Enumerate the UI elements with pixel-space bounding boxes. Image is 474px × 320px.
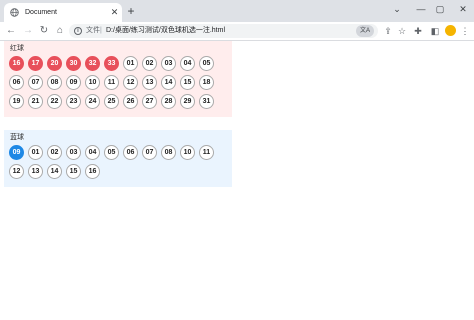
address-bar[interactable]: i 文件 | D:/桌面/练习测试/双色球机选一注.html 文A — [69, 24, 378, 38]
site-info-icon[interactable]: i — [74, 27, 82, 35]
red-ball-17[interactable]: 17 — [28, 56, 43, 71]
blue-ball-08[interactable]: 08 — [161, 145, 176, 160]
red-ball-14[interactable]: 14 — [161, 75, 176, 90]
forward-button[interactable]: → — [21, 24, 35, 38]
tab-document[interactable]: Document ✕ — [4, 3, 122, 22]
red-ball-panel: 红球 16 17 20 30 32 33 01 02 03 04 05 06 07 08 09 10 11 12 1… — [4, 41, 232, 117]
red-ball-04[interactable]: 04 — [180, 56, 195, 71]
red-ball-31[interactable]: 31 — [199, 94, 214, 109]
red-ball-03[interactable]: 03 — [161, 56, 176, 71]
browser-toolbar: ← → ↻ ⌂ i 文件 | D:/桌面/练习测试/双色球机选一注.html 文… — [0, 22, 474, 41]
red-ball-grid: 16 17 20 30 32 33 01 02 03 04 05 06 07 08 09 10 11 12 13 14… — [9, 56, 229, 113]
red-ball-18[interactable]: 18 — [199, 75, 214, 90]
red-ball-06[interactable]: 06 — [9, 75, 24, 90]
red-ball-label: 红球 — [10, 45, 24, 52]
red-ball-16[interactable]: 16 — [9, 56, 24, 71]
blue-ball-12[interactable]: 12 — [9, 164, 24, 179]
red-ball-30[interactable]: 30 — [66, 56, 81, 71]
home-button[interactable]: ⌂ — [53, 24, 67, 38]
blue-ball-01[interactable]: 01 — [28, 145, 43, 160]
blue-ball-15[interactable]: 15 — [66, 164, 81, 179]
tab-title: Document — [25, 9, 57, 16]
tab-strip: Document ✕ + ⌄ — ▢ ✕ — [0, 0, 474, 22]
translate-icon[interactable]: 文A — [356, 25, 374, 37]
blue-ball-panel: 蓝球 09 01 02 03 04 05 06 07 08 10 11 12 13 14 15 16 — [4, 130, 232, 187]
red-ball-08[interactable]: 08 — [47, 75, 62, 90]
globe-icon — [10, 8, 19, 17]
red-ball-11[interactable]: 11 — [104, 75, 119, 90]
blue-ball-label: 蓝球 — [10, 134, 24, 141]
profile-button[interactable] — [443, 24, 457, 38]
red-ball-07[interactable]: 07 — [28, 75, 43, 90]
tab-search-icon[interactable]: ⌄ — [390, 2, 404, 16]
blue-ball-02[interactable]: 02 — [47, 145, 62, 160]
menu-icon[interactable]: ⋮ — [458, 24, 472, 38]
red-ball-27[interactable]: 27 — [142, 94, 157, 109]
blue-ball-03[interactable]: 03 — [66, 145, 81, 160]
maximize-button[interactable]: ▢ — [433, 2, 447, 16]
blue-ball-09[interactable]: 09 — [9, 145, 24, 160]
file-scheme-label: 文件 — [86, 27, 100, 34]
address-separator: | — [100, 27, 102, 34]
red-ball-21[interactable]: 21 — [28, 94, 43, 109]
blue-ball-04[interactable]: 04 — [85, 145, 100, 160]
blue-ball-grid: 09 01 02 03 04 05 06 07 08 10 11 12 13 14 15 16 — [9, 145, 229, 183]
address-url[interactable]: D:/桌面/练习测试/双色球机选一注.html — [106, 26, 225, 36]
red-ball-26[interactable]: 26 — [123, 94, 138, 109]
close-window-button[interactable]: ✕ — [456, 2, 470, 16]
blue-ball-10[interactable]: 10 — [180, 145, 195, 160]
red-ball-02[interactable]: 02 — [142, 56, 157, 71]
red-ball-33[interactable]: 33 — [104, 56, 119, 71]
minimize-button[interactable]: — — [414, 2, 428, 16]
red-ball-23[interactable]: 23 — [66, 94, 81, 109]
side-panel-icon[interactable]: ◧ — [428, 24, 442, 38]
red-ball-28[interactable]: 28 — [161, 94, 176, 109]
red-ball-09[interactable]: 09 — [66, 75, 81, 90]
red-ball-24[interactable]: 24 — [85, 94, 100, 109]
new-tab-button[interactable]: + — [125, 5, 137, 17]
red-ball-05[interactable]: 05 — [199, 56, 214, 71]
red-ball-15[interactable]: 15 — [180, 75, 195, 90]
red-ball-29[interactable]: 29 — [180, 94, 195, 109]
avatar — [444, 25, 456, 36]
blue-ball-07[interactable]: 07 — [142, 145, 157, 160]
share-icon[interactable]: ⇪ — [381, 24, 395, 38]
red-ball-22[interactable]: 22 — [47, 94, 62, 109]
blue-ball-05[interactable]: 05 — [104, 145, 119, 160]
red-ball-12[interactable]: 12 — [123, 75, 138, 90]
red-ball-25[interactable]: 25 — [104, 94, 119, 109]
reload-button[interactable]: ↻ — [37, 24, 51, 38]
back-button[interactable]: ← — [4, 24, 18, 38]
red-ball-13[interactable]: 13 — [142, 75, 157, 90]
tab-close-icon[interactable]: ✕ — [109, 6, 120, 18]
extensions-icon[interactable]: ✚ — [411, 24, 425, 38]
red-ball-19[interactable]: 19 — [9, 94, 24, 109]
red-ball-10[interactable]: 10 — [85, 75, 100, 90]
blue-ball-06[interactable]: 06 — [123, 145, 138, 160]
blue-ball-14[interactable]: 14 — [47, 164, 62, 179]
blue-ball-16[interactable]: 16 — [85, 164, 100, 179]
red-ball-01[interactable]: 01 — [123, 56, 138, 71]
red-ball-20[interactable]: 20 — [47, 56, 62, 71]
red-ball-32[interactable]: 32 — [85, 56, 100, 71]
blue-ball-11[interactable]: 11 — [199, 145, 214, 160]
bookmark-star-icon[interactable]: ☆ — [395, 24, 409, 38]
blue-ball-13[interactable]: 13 — [28, 164, 43, 179]
